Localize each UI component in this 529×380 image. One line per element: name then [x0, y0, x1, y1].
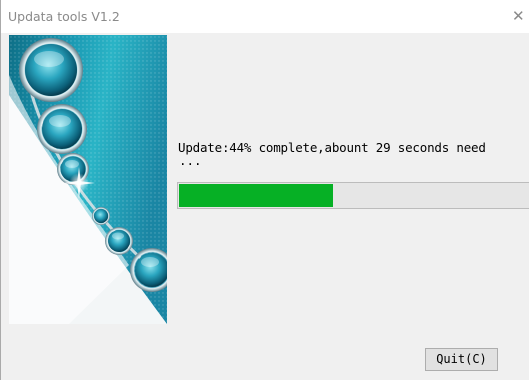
title-bar[interactable]: Updata tools V1.2 ✕: [1, 0, 529, 33]
close-icon[interactable]: ✕: [512, 4, 529, 28]
progress-bar: [177, 182, 529, 209]
glass-orbs-graphic: [9, 35, 167, 324]
status-ellipsis: ...: [179, 153, 202, 168]
banner-image: [9, 35, 167, 324]
status-message: Update:44% complete,abount 29 seconds ne…: [178, 140, 486, 155]
progress-fill: [179, 184, 333, 207]
updater-window: Updata tools V1.2 ✕ Update:44% complete,…: [0, 0, 529, 380]
quit-button[interactable]: Quit(C): [425, 348, 498, 371]
window-title: Updata tools V1.2: [8, 9, 120, 24]
